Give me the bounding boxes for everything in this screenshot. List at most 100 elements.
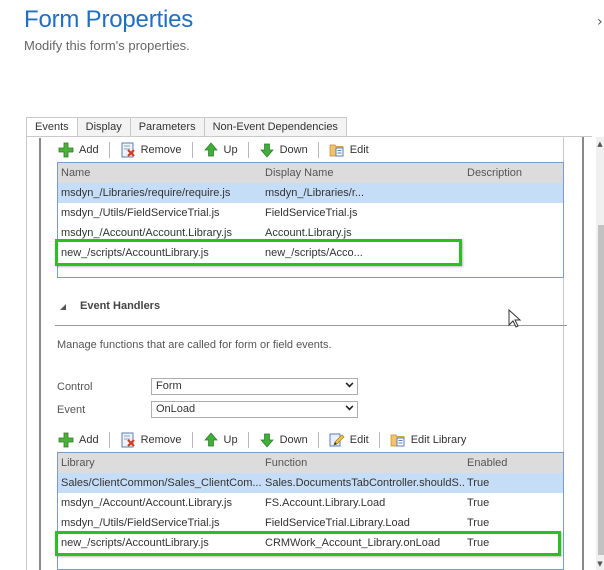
handler-library-cell: msdyn_/Account/Account.Library.js (61, 497, 232, 509)
grid-header-row: Library Function Enabled (58, 453, 563, 473)
column-header-enabled[interactable]: Enabled (464, 457, 563, 469)
event-handlers-section-header[interactable]: Event Handlers (60, 300, 160, 312)
handler-row[interactable]: msdyn_/Utils/FieldServiceTrial.js FieldS… (58, 513, 563, 533)
handler-enabled-cell: True (467, 497, 490, 509)
remove-handler-button[interactable]: Remove (120, 432, 182, 448)
library-display-name-cell: Account.Library.js (265, 227, 352, 239)
library-name-cell: msdyn_/Libraries/require/require.js (61, 187, 231, 199)
arrow-up-icon (203, 432, 219, 448)
edit-pencil-icon (329, 432, 345, 448)
handler-function-cell: Sales.DocumentsTabController.shouldS... (265, 477, 464, 489)
tab-parameters[interactable]: Parameters (129, 117, 205, 137)
move-down-library-button[interactable]: Down (259, 142, 308, 158)
tab-display[interactable]: Display (76, 117, 131, 137)
column-header-library[interactable]: Library (58, 457, 262, 469)
scroll-thumb[interactable] (598, 225, 604, 555)
add-label: Add (79, 434, 99, 446)
library-name-cell: msdyn_/Utils/FieldServiceTrial.js (61, 207, 220, 219)
chevron-down-icon (345, 402, 354, 411)
remove-library-button[interactable]: Remove (120, 142, 182, 158)
library-row[interactable]: msdyn_/Utils/FieldServiceTrial.js FieldS… (58, 203, 563, 223)
chevron-down-icon (345, 379, 354, 388)
toolbar-separator (247, 432, 249, 448)
edit-folder-icon (390, 432, 406, 448)
event-handlers-description: Manage functions that are called for for… (57, 339, 332, 351)
add-library-button[interactable]: Add (58, 142, 99, 158)
up-label: Up (223, 434, 238, 446)
column-header-description[interactable]: Description (464, 167, 563, 179)
form-libraries-toolbar: Add Remove Up Down Edit (58, 139, 369, 161)
remove-document-icon (120, 142, 136, 158)
tab-non-event-dependencies[interactable]: Non-Event Dependencies (203, 117, 347, 137)
library-row[interactable]: msdyn_/Account/Account.Library.js Accoun… (58, 223, 563, 243)
edit-library-button[interactable]: Edit Library (390, 432, 467, 448)
arrow-down-icon (259, 432, 275, 448)
library-name-cell: msdyn_/Account/Account.Library.js (61, 227, 232, 239)
tab-strip: Events Display Parameters Non-Event Depe… (26, 117, 347, 137)
grid-header-row: Name Display Name Description (58, 163, 563, 183)
toolbar-separator (317, 432, 319, 448)
library-row[interactable]: msdyn_/Libraries/require/require.js msdy… (58, 183, 563, 203)
column-header-display-name[interactable]: Display Name (262, 167, 464, 179)
move-up-handler-button[interactable]: Up (203, 432, 238, 448)
toolbar-separator (108, 142, 110, 158)
handler-row[interactable]: Sales/ClientCommon/Sales_ClientCom... Sa… (58, 473, 563, 493)
toolbar-separator (317, 142, 319, 158)
tab-events[interactable]: Events (26, 117, 78, 137)
library-display-name-cell: new_/scripts/Acco... (265, 247, 363, 259)
library-row[interactable]: new_/scripts/AccountLibrary.js new_/scri… (58, 243, 563, 263)
arrow-up-icon (203, 142, 219, 158)
column-header-name[interactable]: Name (58, 167, 262, 179)
toolbar-separator (191, 142, 193, 158)
scroll-down-arrow-icon[interactable]: ▼ (596, 560, 604, 570)
edit-folder-icon (329, 142, 345, 158)
arrow-down-icon (259, 142, 275, 158)
handler-function-cell: FS.Account.Library.Load (265, 497, 386, 509)
collapse-triangle-icon[interactable] (60, 304, 66, 310)
toolbar-separator (108, 432, 110, 448)
event-select-value: OnLoad (156, 403, 196, 415)
form-libraries-grid: Name Display Name Description msdyn_/Lib… (57, 162, 564, 278)
handler-row[interactable]: new_/scripts/AccountLibrary.js CRMWork_A… (58, 533, 563, 553)
library-display-name-cell: FieldServiceTrial.js (265, 207, 358, 219)
add-handler-button[interactable]: Add (58, 432, 99, 448)
library-display-name-cell: msdyn_/Libraries/r... (265, 187, 365, 199)
event-select[interactable]: OnLoad (151, 401, 358, 418)
section-title: Event Handlers (80, 300, 161, 312)
scroll-up-arrow-icon[interactable]: ▲ (596, 140, 604, 150)
edit-handler-button[interactable]: Edit (329, 432, 369, 448)
control-select[interactable]: Form (151, 378, 358, 395)
add-label: Add (79, 144, 99, 156)
mouse-cursor-icon (508, 308, 522, 333)
toolbar-separator (191, 432, 193, 448)
up-label: Up (223, 144, 238, 156)
remove-document-icon (120, 432, 136, 448)
handler-row[interactable]: msdyn_/Account/Account.Library.js FS.Acc… (58, 493, 563, 513)
handler-library-cell: Sales/ClientCommon/Sales_ClientCom... (61, 477, 262, 489)
plus-icon (58, 142, 74, 158)
plus-icon (58, 432, 74, 448)
handler-function-cell: FieldServiceTrial.Library.Load (265, 517, 410, 529)
control-select-value: Form (156, 380, 182, 392)
edit-library-button[interactable]: Edit (329, 142, 369, 158)
event-label: Event (57, 404, 86, 416)
page-subtitle: Modify this form's properties. (24, 38, 190, 53)
panel-divider (582, 137, 584, 570)
edit-label: Edit (349, 144, 369, 156)
handler-library-cell: msdyn_/Utils/FieldServiceTrial.js (61, 517, 220, 529)
page-title: Form Properties (24, 6, 194, 33)
close-icon[interactable]: › (597, 14, 603, 30)
column-header-function[interactable]: Function (262, 457, 464, 469)
event-handlers-grid: Library Function Enabled Sales/ClientCom… (57, 452, 564, 570)
move-down-handler-button[interactable]: Down (259, 432, 308, 448)
edit-label: Edit (349, 434, 369, 446)
panel-divider (39, 138, 41, 570)
library-name-cell: new_/scripts/AccountLibrary.js (61, 247, 209, 259)
event-handlers-toolbar: Add Remove Up Down Edit Edit Library (58, 429, 466, 451)
control-label: Control (57, 381, 93, 393)
move-up-library-button[interactable]: Up (203, 142, 238, 158)
edit-library-label: Edit Library (410, 434, 467, 446)
handler-library-cell: new_/scripts/AccountLibrary.js (61, 537, 209, 549)
toolbar-separator (247, 142, 249, 158)
remove-label: Remove (140, 434, 182, 446)
